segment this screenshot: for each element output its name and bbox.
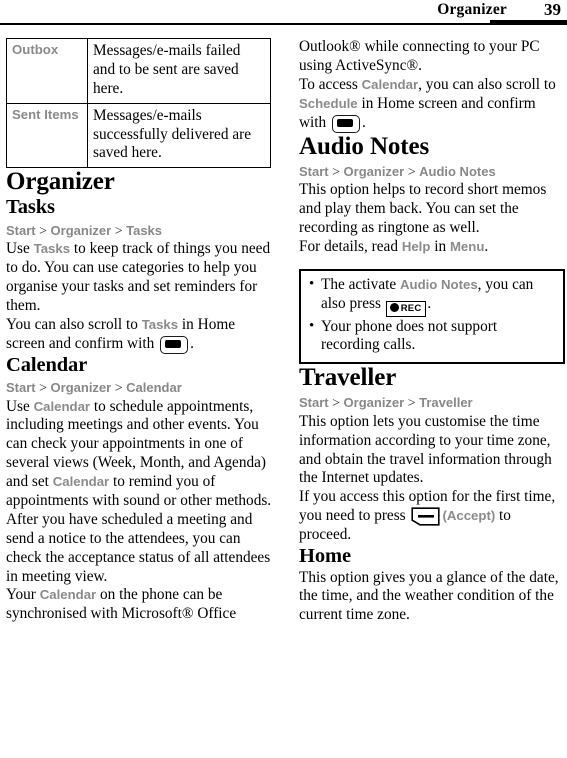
breadcrumb-separator: > — [111, 381, 127, 397]
table-cell-label: Outbox — [6, 38, 88, 104]
record-dot-icon — [389, 302, 399, 312]
section-heading-audio-notes: Audio Notes — [299, 132, 430, 160]
text-fragment: For details, read — [299, 237, 402, 255]
list-item: The activate Audio Notes, you can also p… — [309, 275, 556, 317]
text-fragment: . — [190, 334, 194, 352]
message-folders-table: Outbox Messages/e-mails failed and to be… — [6, 38, 271, 169]
chapter-title: Organizer — [6, 168, 115, 196]
table-cell-description: Messages/e-mails successfully delivered … — [87, 102, 271, 169]
paragraph-calendar-intro: Use Calendar to schedule appointments, i… — [6, 398, 272, 511]
record-key-label: REC — [400, 302, 422, 314]
text-fragment: . — [427, 294, 432, 312]
breadcrumb-separator: > — [328, 396, 344, 412]
breadcrumb-calendar: Start > Organizer > Calendar — [6, 380, 272, 398]
breadcrumb-separator: > — [328, 164, 344, 180]
section-heading-tasks: Tasks — [6, 196, 55, 219]
breadcrumb-item: Start — [299, 163, 329, 179]
ui-term: Tasks — [141, 316, 179, 332]
text-fragment: . — [484, 237, 489, 255]
paragraph-tasks-home-screen: You can also scroll to Tasks in Home scr… — [6, 316, 272, 354]
table-cell-description: Messages/e-mails failed and to be sent a… — [87, 38, 271, 104]
text-fragment: The activate — [321, 275, 400, 293]
page-number: 39 — [544, 0, 561, 19]
paragraph-traveller-accept: If you access this option for the first … — [299, 488, 565, 545]
ui-term: Calendar — [33, 398, 91, 414]
ui-term: Schedule — [299, 95, 358, 111]
breadcrumb-item: Start — [299, 395, 329, 411]
paragraph-tasks-intro: Use Tasks to keep track of things you ne… — [6, 240, 272, 316]
breadcrumb-separator: > — [404, 396, 420, 412]
note-box: The activate Audio Notes, you can also p… — [299, 268, 565, 365]
section-heading-calendar: Calendar — [6, 353, 88, 376]
ui-term: Help — [401, 238, 431, 254]
ui-term: Audio Notes — [400, 276, 478, 292]
paragraph-home-intro: This option gives you a glance of the da… — [299, 568, 559, 624]
text-fragment: Your — [6, 586, 40, 604]
breadcrumb-item: Organizer — [343, 163, 405, 179]
breadcrumb-separator: > — [35, 223, 51, 239]
breadcrumb-separator: > — [35, 381, 51, 397]
text-fragment: Use — [6, 240, 34, 258]
breadcrumb-item: Audio Notes — [419, 163, 496, 179]
confirm-key-icon — [332, 114, 361, 133]
text-fragment: . — [362, 113, 366, 131]
header-rule — [0, 23, 567, 25]
text-fragment: You can also scroll to — [6, 315, 142, 333]
table-cell-label: Sent Items — [6, 102, 88, 169]
soft-key-action-label: (Accept) — [442, 508, 496, 524]
paragraph-calendar-sync: Your Calendar on the phone can be synchr… — [6, 586, 272, 624]
paragraph-outlook-continued: Outlook® while connecting to your PC usi… — [299, 38, 540, 74]
confirm-key-icon — [160, 335, 189, 354]
paragraph-audio-notes-help: For details, read Help in Menu. — [299, 238, 565, 257]
breadcrumb-item: Tasks — [126, 222, 163, 238]
breadcrumb-item: Start — [6, 380, 36, 396]
right-column: Outlook® while connecting to your PC usi… — [299, 38, 565, 625]
record-key-icon: REC — [385, 300, 427, 317]
note-bullet-list: The activate Audio Notes, you can also p… — [305, 275, 556, 356]
left-column: Outbox Messages/e-mails failed and to be… — [6, 38, 272, 624]
text-fragment: in — [430, 237, 450, 255]
header-rule-accent-block — [490, 20, 567, 25]
breadcrumb-item: Calendar — [126, 380, 182, 396]
text-fragment: To access — [299, 75, 362, 93]
breadcrumb-separator: > — [111, 223, 127, 239]
breadcrumb-item: Start — [6, 222, 36, 238]
breadcrumb-tasks: Start > Organizer > Tasks — [6, 223, 272, 241]
text-fragment: , you can also scroll to — [418, 75, 556, 93]
section-heading-home: Home — [299, 545, 351, 568]
paragraph-calendar-meeting: After you have scheduled a meeting and s… — [6, 510, 271, 585]
list-item: Your phone does not support recording ca… — [309, 317, 556, 356]
paragraph-audio-notes-intro: This option helps to record short memos … — [299, 181, 547, 236]
ui-term: Tasks — [33, 241, 71, 257]
breadcrumb-item: Traveller — [419, 395, 473, 411]
left-soft-key-icon — [411, 507, 441, 526]
breadcrumb-traveller: Start > Organizer > Traveller — [299, 395, 565, 413]
breadcrumb-item: Organizer — [343, 395, 405, 411]
page-header-title: Organizer — [437, 1, 507, 18]
breadcrumb-separator: > — [404, 164, 420, 180]
breadcrumb-audio-notes: Start > Organizer > Audio Notes — [299, 164, 565, 182]
ui-term: Calendar — [361, 76, 419, 92]
section-heading-traveller: Traveller — [299, 364, 397, 392]
breadcrumb-item: Organizer — [50, 222, 112, 238]
ui-term: Calendar — [52, 474, 110, 490]
table-row: Outbox Messages/e-mails failed and to be… — [6, 38, 271, 104]
left-soft-key-glyph — [411, 507, 441, 526]
page-header: Organizer 39 — [0, 0, 567, 26]
ui-term: Calendar — [39, 587, 97, 603]
table-row: Sent Items Messages/e-mails successfully… — [6, 102, 271, 169]
paragraph-access-calendar: To access Calendar, you can also scroll … — [299, 76, 565, 133]
ui-term: Menu — [449, 238, 485, 254]
paragraph-traveller-intro: This option lets you customise the time … — [299, 412, 552, 487]
breadcrumb-item: Organizer — [50, 380, 112, 396]
text-fragment: Use — [6, 397, 34, 415]
